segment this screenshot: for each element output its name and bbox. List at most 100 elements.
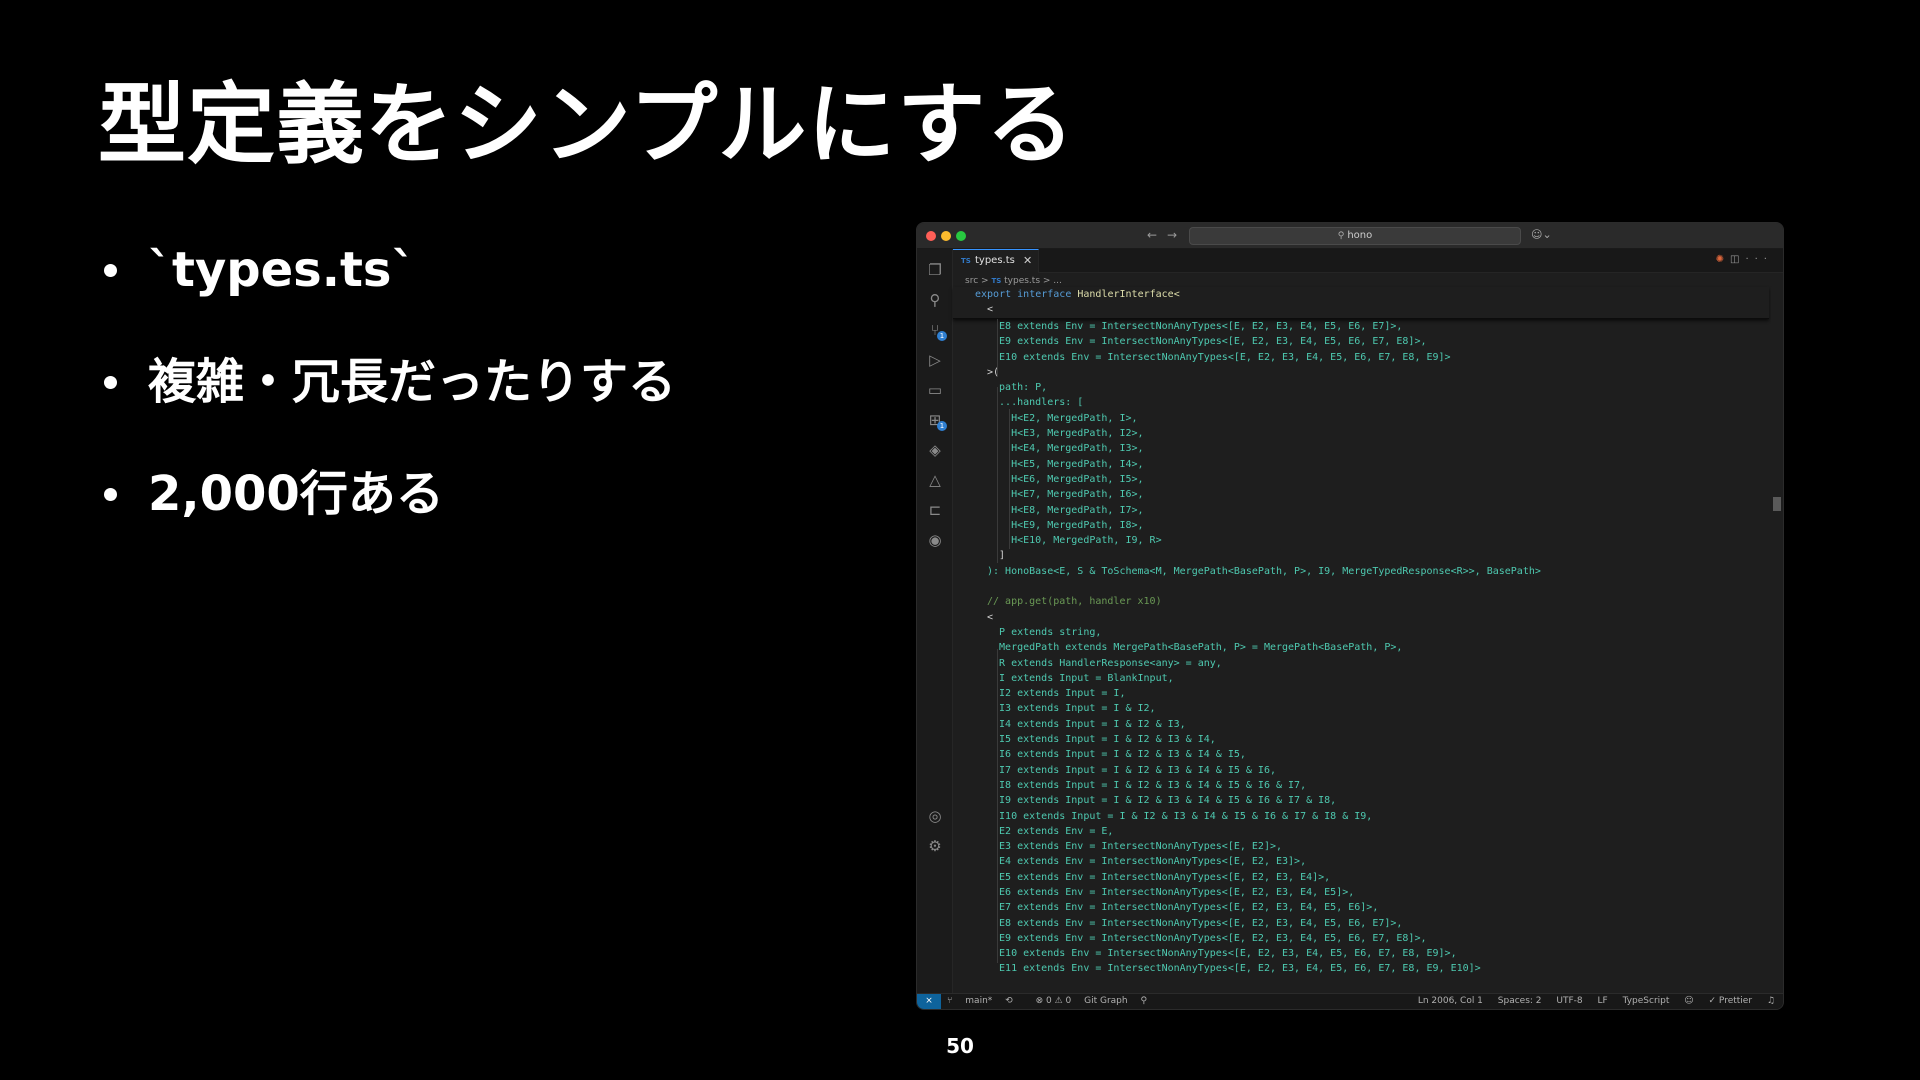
explorer-icon[interactable]: ❐	[926, 261, 944, 279]
code-line: H<E3, MergedPath, I2>,	[987, 428, 1144, 440]
encoding-status[interactable]: UTF-8	[1556, 996, 1582, 1006]
code-line: H<E9, MergedPath, I8>,	[987, 519, 1144, 531]
bullet-item: 2,000行ある	[104, 462, 676, 526]
vertical-scrollbar[interactable]	[1771, 287, 1781, 979]
source-control-badge: 1	[937, 331, 947, 341]
breadcrumb-file[interactable]: types.ts	[1004, 276, 1040, 286]
tab-types-ts[interactable]: TS types.ts ✕	[953, 249, 1039, 273]
indent-guide	[997, 387, 998, 563]
tab-bar: TS types.ts ✕ ✺◫···	[953, 249, 1783, 273]
indentation-status[interactable]: Spaces: 2	[1498, 996, 1542, 1006]
copilot-icon[interactable]: ☺⌄	[1531, 228, 1552, 241]
code-line: E3 extends Env = IntersectNonAnyTypes<[E…	[987, 841, 1283, 853]
slide-title: 型定義をシンプルにする	[98, 73, 1076, 176]
search-icon[interactable]: ⚲	[926, 291, 944, 309]
language-mode[interactable]: TypeScript	[1623, 996, 1670, 1006]
code-line: E10 extends Env = IntersectNonAnyTypes<[…	[987, 351, 1451, 363]
code-line: I10 extends Input = I & I2 & I3 & I4 & I…	[987, 810, 1373, 822]
code-line: E9 extends Env = IntersectNonAnyTypes<[E…	[987, 336, 1427, 348]
code-line: E6 extends Env = IntersectNonAnyTypes<[E…	[987, 886, 1355, 898]
code-line: E2 extends Env = E,	[987, 825, 1114, 837]
settings-gear-icon[interactable]: ⚙	[926, 837, 944, 855]
window-minimize-button[interactable]	[941, 231, 951, 241]
bullet-item: 複雑・冗長だったりする	[104, 350, 676, 414]
cursor-position[interactable]: Ln 2006, Col 1	[1418, 996, 1483, 1006]
code-line: E9 extends Env = IntersectNonAnyTypes<[E…	[987, 932, 1427, 944]
code-line: >(	[987, 366, 1000, 378]
code-line: H<E10, MergedPath, I9, R>	[987, 535, 1162, 547]
copilot-status-icon[interactable]: ☺	[1684, 996, 1693, 1006]
sticky-line: export interface HandlerInterface<	[953, 287, 1769, 302]
eol-status[interactable]: LF	[1598, 996, 1608, 1006]
code-line: H<E7, MergedPath, I6>,	[987, 489, 1144, 501]
code-line: I extends Input = BlankInput,	[987, 672, 1174, 684]
window-close-button[interactable]	[926, 231, 936, 241]
keyword: interface	[1017, 289, 1072, 300]
window-maximize-button[interactable]	[956, 231, 966, 241]
package-icon[interactable]: ◈	[926, 441, 944, 459]
code-line: E8 extends Env = IntersectNonAnyTypes<[E…	[987, 321, 1403, 332]
code-line: H<E5, MergedPath, I4>,	[987, 458, 1144, 470]
code-line: ): HonoBase<E, S & ToSchema<M, MergePath…	[987, 565, 1541, 577]
branch-icon: ⑂	[947, 996, 953, 1006]
code-line: R extends HandlerResponse<any> = any,	[987, 657, 1222, 669]
search-icon: ⚲	[1337, 231, 1345, 241]
remote-explorer-icon[interactable]: ▭	[926, 381, 944, 399]
copilot-chat-icon[interactable]: ◉	[926, 531, 944, 549]
title-bar: ← → ⚲ hono ☺⌄	[917, 223, 1783, 249]
branch-status[interactable]: ⑂ main* ⟲	[947, 996, 1023, 1006]
forward-arrow-icon[interactable]: →	[1167, 228, 1177, 242]
split-editor-icon[interactable]: ◫	[1730, 254, 1745, 265]
account-icon[interactable]: ◎	[926, 807, 944, 825]
search-text: hono	[1347, 230, 1373, 241]
problems-status[interactable]: ⊗ 0 ⚠ 0	[1036, 996, 1072, 1006]
editor-actions[interactable]: ✺◫···	[1716, 254, 1773, 265]
breadcrumb-tail: > ...	[1042, 276, 1062, 286]
code-line: H<E6, MergedPath, I5>,	[987, 473, 1144, 485]
code-line: E10 extends Env = IntersectNonAnyTypes<[…	[987, 948, 1457, 960]
run-debug-icon[interactable]: ▷	[926, 351, 944, 369]
code-line: ...handlers: [	[987, 397, 1084, 409]
code-line: // app.get(path, handler x10)	[987, 596, 1162, 608]
code-line: E5 extends Env = IntersectNonAnyTypes<[E…	[987, 871, 1331, 883]
code-editor[interactable]: E8 extends Env = IntersectNonAnyTypes<[E…	[953, 319, 1769, 979]
code-line: H<E4, MergedPath, I3>,	[987, 443, 1144, 455]
scrollbar-thumb[interactable]	[1773, 497, 1781, 511]
interface-name: HandlerInterface<	[1077, 289, 1180, 300]
breadcrumb-folder[interactable]: src	[965, 276, 978, 286]
prettier-status[interactable]: ✓ Prettier	[1709, 996, 1753, 1006]
bug-icon[interactable]: ✺	[1716, 254, 1730, 265]
live-share-icon[interactable]: ⚲	[1140, 996, 1147, 1006]
breadcrumb-separator: >	[981, 276, 989, 286]
bullet-list: `types.ts` 複雑・冗長だったりする 2,000行ある	[104, 238, 676, 574]
code-line: E4 extends Env = IntersectNonAnyTypes<[E…	[987, 856, 1307, 868]
code-line: I9 extends Input = I & I2 & I3 & I4 & I5…	[987, 795, 1337, 807]
back-arrow-icon[interactable]: ←	[1147, 228, 1157, 242]
code-line: >(	[987, 977, 1769, 980]
page-number: 50	[946, 1034, 974, 1058]
sync-icon[interactable]: ⟲	[1005, 996, 1013, 1006]
bullet-item: `types.ts`	[104, 238, 676, 302]
breadcrumb[interactable]: src > TS types.ts > ...	[965, 276, 1062, 286]
prisma-icon[interactable]: △	[926, 471, 944, 489]
close-tab-icon[interactable]: ✕	[1023, 254, 1032, 267]
code-line: H<E2, MergedPath, I>,	[987, 412, 1138, 424]
code-line: I2 extends Input = I,	[987, 688, 1126, 700]
git-graph-status[interactable]: Git Graph	[1084, 996, 1127, 1006]
sticky-scroll-header[interactable]: export interface HandlerInterface< <	[953, 287, 1769, 319]
code-line: I3 extends Input = I & I2,	[987, 703, 1156, 715]
more-actions-icon[interactable]: ···	[1745, 254, 1773, 265]
git-graph-icon[interactable]: ⊏	[926, 501, 944, 519]
notifications-bell-icon[interactable]: ♫	[1767, 996, 1775, 1006]
code-line: E7 extends Env = IntersectNonAnyTypes<[E…	[987, 902, 1379, 914]
remote-indicator-icon[interactable]: ⨯	[917, 994, 941, 1009]
code-line: I5 extends Input = I & I2 & I3 & I4,	[987, 734, 1216, 746]
command-center-search[interactable]: ⚲ hono	[1189, 227, 1521, 245]
code-line: ]	[999, 550, 1006, 562]
code-line: I8 extends Input = I & I2 & I3 & I4 & I5…	[987, 779, 1307, 791]
typescript-file-icon: TS	[991, 277, 1002, 285]
code-line: H<E8, MergedPath, I7>,	[987, 504, 1144, 516]
extensions-badge: 1	[937, 421, 947, 431]
code-line: P extends string,	[987, 626, 1102, 638]
code-line: path: P,	[987, 382, 1048, 394]
